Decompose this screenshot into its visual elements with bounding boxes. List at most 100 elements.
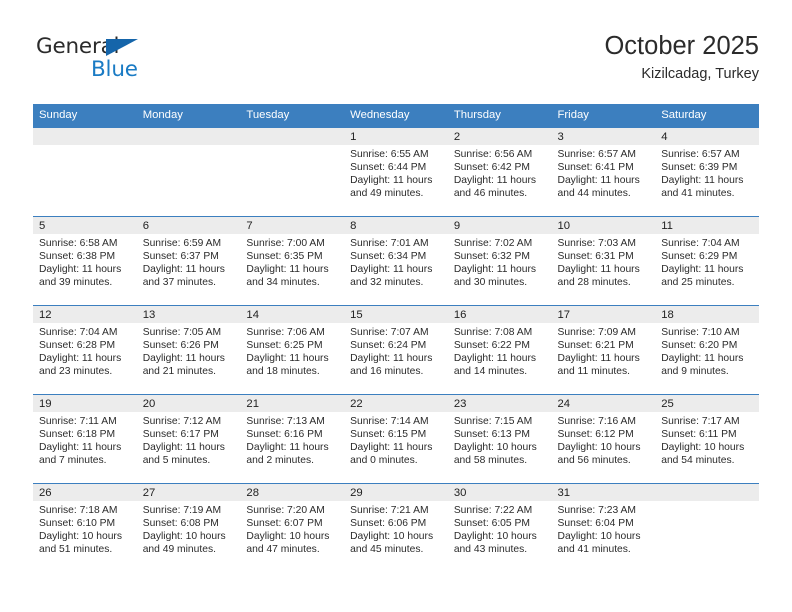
daylight-text-line1: Daylight: 10 hours (557, 442, 641, 454)
daylight-text-line2: and 41 minutes. (557, 544, 631, 556)
daylight-text-line2: and 9 minutes. (661, 366, 729, 378)
day-cell-body: 8 Sunrise: 7:01 AM Sunset: 6:34 PM Daylight… (344, 217, 448, 305)
sunrise-text: Sunrise: 7:05 AM (142, 327, 222, 338)
sunrise-text: Sunrise: 6:55 AM (350, 149, 429, 160)
calendar-day-cell[interactable]: 3 Sunrise: 6:57 AM Sunset: 6:41 PM Daylight… (551, 127, 656, 217)
sunset-text: Sunset: 6:37 PM (142, 251, 219, 263)
daylight-text-line2: and 34 minutes. (246, 277, 320, 289)
calendar-day-cell[interactable]: 12 Sunrise: 7:04 AM Sunset: 6:28 PM Dayligh… (33, 305, 137, 395)
calendar-day-cell[interactable]: 24 Sunrise: 7:16 AM Sunset: 6:12 PM Dayligh… (551, 394, 656, 484)
daylight-text-line1: Daylight: 11 hours (453, 353, 537, 365)
sunrise-text: Sunrise: 7:00 AM (246, 238, 325, 249)
sunset-text: Sunset: 6:20 PM (661, 340, 738, 352)
day-number (136, 128, 241, 145)
daylight-text-line1: Daylight: 11 hours (350, 175, 433, 187)
triangle-flag-icon (106, 39, 138, 56)
sunrise-text: Sunrise: 7:19 AM (142, 505, 222, 516)
sunset-text: Sunset: 6:18 PM (39, 429, 116, 441)
day-cell-body: 18 Sunrise: 7:10 AM Sunset: 6:20 PM Dayligh… (655, 306, 759, 394)
calendar-day-cell[interactable]: 29 Sunrise: 7:21 AM Sunset: 6:06 PM Dayligh… (344, 483, 448, 572)
calendar-day-cell[interactable]: 2 Sunrise: 6:56 AM Sunset: 6:42 PM Daylight… (447, 127, 552, 217)
daylight-text-line1: Daylight: 10 hours (453, 531, 537, 543)
day-cell-body (240, 128, 345, 216)
calendar-day-cell[interactable]: 31 Sunrise: 7:23 AM Sunset: 6:04 PM Dayligh… (551, 483, 656, 572)
calendar-day-cell[interactable]: 10 Sunrise: 7:03 AM Sunset: 6:31 PM Dayligh… (551, 216, 656, 306)
daylight-text-line2: and 54 minutes. (661, 455, 735, 467)
calendar-day-cell[interactable]: 15 Sunrise: 7:07 AM Sunset: 6:24 PM Dayligh… (344, 305, 448, 395)
daylight-text-line2: and 49 minutes. (350, 188, 424, 200)
calendar-day-cell[interactable]: 1 Sunrise: 6:55 AM Sunset: 6:44 PM Daylight… (344, 127, 448, 217)
sunset-text: Sunset: 6:25 PM (246, 340, 323, 352)
sunrise-text: Sunrise: 7:21 AM (350, 505, 429, 516)
sunrise-text: Sunrise: 7:11 AM (39, 416, 117, 427)
calendar-day-cell[interactable]: 28 Sunrise: 7:20 AM Sunset: 6:07 PM Dayligh… (240, 483, 345, 572)
day-cell-body: 6 Sunrise: 6:59 AM Sunset: 6:37 PM Daylight… (136, 217, 241, 305)
day-cell-body (33, 128, 137, 216)
day-number: 4 (655, 128, 759, 145)
calendar-day-cell[interactable]: 11 Sunrise: 7:04 AM Sunset: 6:29 PM Dayligh… (655, 216, 759, 306)
day-number: 19 (33, 395, 137, 412)
daylight-text-line1: Daylight: 11 hours (39, 264, 122, 276)
calendar-day-cell[interactable]: 6 Sunrise: 6:59 AM Sunset: 6:37 PM Daylight… (136, 216, 241, 306)
calendar-day-cell[interactable]: 8 Sunrise: 7:01 AM Sunset: 6:34 PM Daylight… (344, 216, 448, 306)
daylight-text-line1: Daylight: 10 hours (350, 531, 434, 543)
title-block: October 2025 Kizilcadag, Turkey (604, 30, 759, 85)
calendar-day-cell[interactable]: 30 Sunrise: 7:22 AM Sunset: 6:05 PM Dayligh… (447, 483, 552, 572)
day-cell-body (136, 128, 241, 216)
daylight-text-line2: and 18 minutes. (246, 366, 320, 378)
calendar-day-cell[interactable]: 23 Sunrise: 7:15 AM Sunset: 6:13 PM Dayligh… (447, 394, 552, 484)
daylight-text-line2: and 45 minutes. (350, 544, 424, 556)
day-number: 12 (33, 306, 137, 323)
sunset-text: Sunset: 6:22 PM (453, 340, 530, 352)
day-cell-body: 2 Sunrise: 6:56 AM Sunset: 6:42 PM Daylight… (447, 128, 552, 216)
sunrise-text: Sunrise: 7:20 AM (246, 505, 325, 516)
daylight-text-line2: and 37 minutes. (142, 277, 216, 289)
calendar-day-cell[interactable]: 26 Sunrise: 7:18 AM Sunset: 6:10 PM Dayligh… (33, 483, 137, 572)
daylight-text-line2: and 2 minutes. (246, 455, 314, 467)
weekday-header-monday: Monday (136, 104, 241, 128)
calendar-day-cell[interactable]: 18 Sunrise: 7:10 AM Sunset: 6:20 PM Dayligh… (655, 305, 759, 395)
calendar-day-cell[interactable]: 4 Sunrise: 6:57 AM Sunset: 6:39 PM Daylight… (655, 127, 759, 217)
calendar-day-cell[interactable]: 16 Sunrise: 7:08 AM Sunset: 6:22 PM Dayligh… (447, 305, 552, 395)
sunrise-text: Sunrise: 7:03 AM (557, 238, 636, 249)
day-sun-info: Sunrise: 7:09 AM Sunset: 6:21 PM Daylight:… (552, 323, 656, 378)
day-number: 10 (551, 217, 656, 234)
calendar-day-cell[interactable]: 27 Sunrise: 7:19 AM Sunset: 6:08 PM Dayligh… (136, 483, 241, 572)
sunset-text: Sunset: 6:38 PM (39, 251, 116, 263)
daylight-text-line2: and 30 minutes. (453, 277, 528, 289)
sunrise-text: Sunrise: 7:04 AM (661, 238, 740, 249)
daylight-text-line2: and 58 minutes. (453, 455, 528, 467)
day-sun-info: Sunrise: 7:05 AM Sunset: 6:26 PM Daylight:… (137, 323, 241, 378)
calendar-day-cell[interactable]: 5 Sunrise: 6:58 AM Sunset: 6:38 PM Daylight… (33, 216, 137, 306)
calendar-day-cell[interactable]: 17 Sunrise: 7:09 AM Sunset: 6:21 PM Dayligh… (551, 305, 656, 395)
calendar-day-cell[interactable]: 25 Sunrise: 7:17 AM Sunset: 6:11 PM Dayligh… (655, 394, 759, 484)
calendar-day-cell[interactable]: 22 Sunrise: 7:14 AM Sunset: 6:15 PM Dayligh… (344, 394, 448, 484)
day-number: 24 (551, 395, 656, 412)
sunset-text: Sunset: 6:39 PM (661, 162, 738, 174)
sunset-text: Sunset: 6:34 PM (350, 251, 427, 263)
sunset-text: Sunset: 6:42 PM (453, 162, 530, 174)
day-sun-info: Sunrise: 6:57 AM Sunset: 6:41 PM Daylight:… (552, 145, 656, 200)
day-number: 17 (551, 306, 656, 323)
day-number: 29 (344, 484, 448, 501)
calendar-day-cell[interactable]: 13 Sunrise: 7:05 AM Sunset: 6:26 PM Dayligh… (136, 305, 241, 395)
sunrise-text: Sunrise: 7:02 AM (453, 238, 533, 249)
calendar-day-cell[interactable]: 14 Sunrise: 7:06 AM Sunset: 6:25 PM Dayligh… (240, 305, 345, 395)
sunset-text: Sunset: 6:11 PM (661, 429, 737, 441)
calendar-day-cell[interactable]: 21 Sunrise: 7:13 AM Sunset: 6:16 PM Dayligh… (240, 394, 345, 484)
day-cell-body: 29 Sunrise: 7:21 AM Sunset: 6:06 PM Dayligh… (344, 484, 448, 572)
calendar-day-cell (33, 127, 137, 217)
daylight-text-line2: and 47 minutes. (246, 544, 320, 556)
calendar-day-cell[interactable]: 19 Sunrise: 7:11 AM Sunset: 6:18 PM Dayligh… (33, 394, 137, 484)
day-cell-body: 15 Sunrise: 7:07 AM Sunset: 6:24 PM Dayligh… (344, 306, 448, 394)
sunrise-text: Sunrise: 7:14 AM (350, 416, 429, 427)
calendar-day-cell (655, 483, 759, 572)
day-sun-info: Sunrise: 7:23 AM Sunset: 6:04 PM Daylight:… (552, 501, 656, 556)
sunrise-text: Sunrise: 7:23 AM (557, 505, 636, 516)
brand-logo[interactable]: General Blue (33, 34, 233, 90)
day-sun-info: Sunrise: 7:04 AM Sunset: 6:28 PM Daylight:… (33, 323, 137, 378)
calendar-day-cell[interactable]: 7 Sunrise: 7:00 AM Sunset: 6:35 PM Daylight… (240, 216, 345, 306)
calendar-day-cell[interactable]: 20 Sunrise: 7:12 AM Sunset: 6:17 PM Dayligh… (136, 394, 241, 484)
calendar-day-cell[interactable]: 9 Sunrise: 7:02 AM Sunset: 6:32 PM Daylight… (447, 216, 552, 306)
sunset-text: Sunset: 6:21 PM (557, 340, 634, 352)
